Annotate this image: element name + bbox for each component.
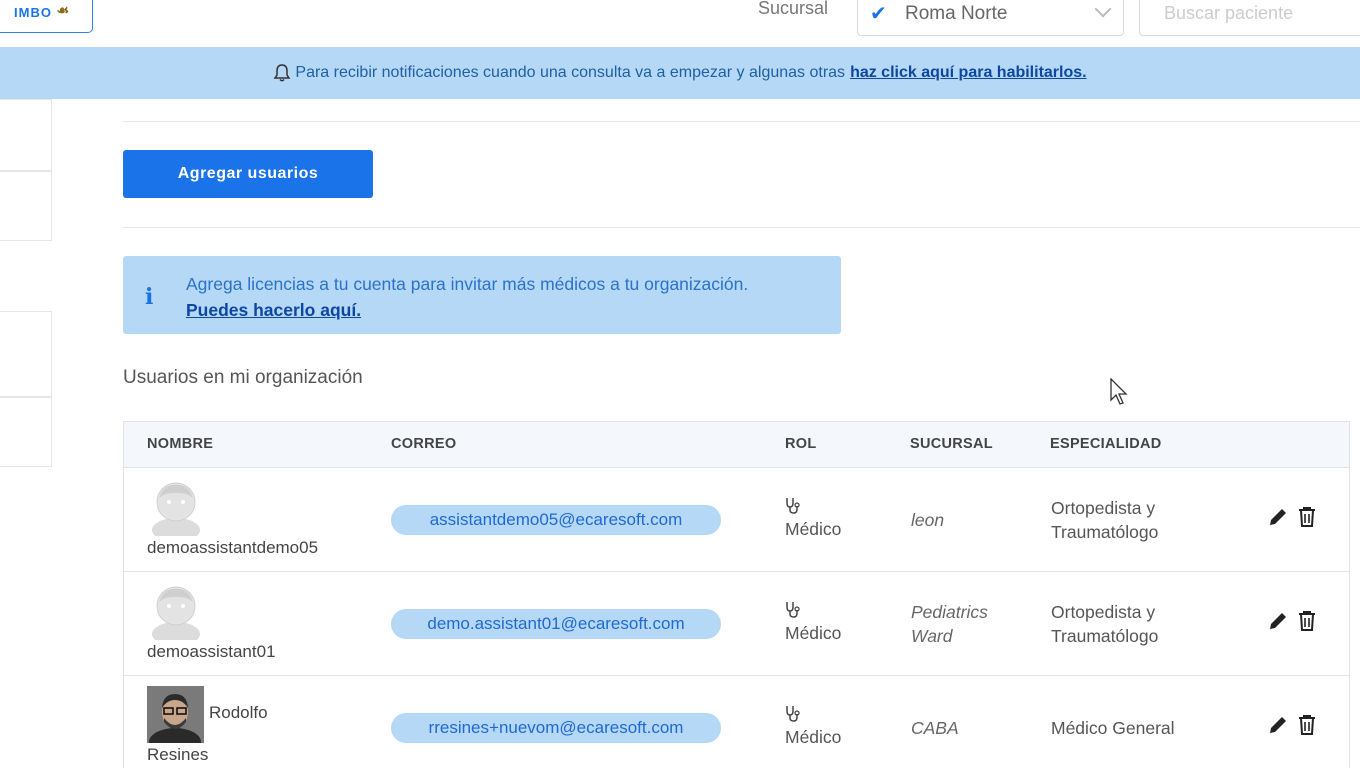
user-name: demoassistant01 [147, 642, 276, 661]
user-email: rresines+nuevom@ecaresoft.com [391, 713, 721, 743]
divider [123, 227, 1360, 228]
banner-text: Para recibir notificaciones cuando una c… [295, 64, 846, 81]
user-sucursal: leon [911, 510, 945, 530]
chevron-down-icon [1094, 0, 1112, 18]
bell-icon [274, 64, 291, 82]
timbo-button[interactable]: IMBO ☙ [0, 0, 93, 33]
info-icon: i [145, 284, 154, 310]
trash-icon[interactable] [1297, 610, 1317, 632]
trash-icon[interactable] [1297, 714, 1317, 736]
stethoscope-icon [786, 602, 800, 618]
sucursal-label: Sucursal [758, 0, 829, 18]
default-avatar-icon [152, 586, 200, 640]
sucursal-value: Roma Norte [905, 3, 1008, 24]
user-role: Médico [785, 519, 842, 539]
table-row: demoassistant01 demo.assistant01@ecareso… [124, 572, 1349, 676]
user-role: Médico [785, 727, 842, 747]
user-especialidad: Ortopedista y [1051, 602, 1156, 622]
table-row: demoassistantdemo05 assistantdemo05@ecar… [124, 468, 1349, 572]
timbo-label: IMBO [14, 5, 52, 20]
add-licenses-link[interactable]: Puedes hacerlo aquí. [186, 300, 361, 320]
default-avatar-icon [152, 482, 200, 536]
user-photo [147, 686, 204, 743]
stethoscope-icon [786, 706, 800, 722]
sucursal-select[interactable]: ✔ Roma Norte [857, 0, 1124, 36]
user-especialidad: Médico General [1051, 718, 1175, 738]
users-table: NOMBRE CORREO ROL SUCURSAL ESPECIALIDAD … [123, 421, 1350, 768]
user-sucursal: Pediatrics [911, 602, 988, 622]
user-role: Médico [785, 623, 842, 643]
user-sucursal-line2: Ward [911, 626, 953, 646]
medal-icon: ☙ [56, 2, 70, 18]
column-header-correo: CORREO [391, 436, 457, 452]
trash-icon[interactable] [1297, 506, 1317, 528]
sidebar-item[interactable] [0, 171, 52, 241]
sidebar-item[interactable] [0, 311, 52, 397]
user-email: demo.assistant01@ecaresoft.com [391, 609, 721, 639]
pencil-icon[interactable] [1267, 714, 1289, 736]
user-sucursal: CABA [911, 718, 959, 738]
check-icon: ✔ [870, 3, 887, 25]
column-header-sucursal: SUCURSAL [910, 436, 993, 452]
user-last-name: Resines [147, 745, 209, 764]
user-email: assistantdemo05@ecaresoft.com [391, 505, 721, 535]
license-info-alert: i Agrega licencias a tu cuenta para invi… [123, 256, 841, 334]
divider [123, 121, 1360, 122]
sidebar-item[interactable] [0, 397, 52, 467]
user-especialidad-line2: Traumatólogo [1051, 626, 1159, 646]
enable-notifications-link[interactable]: haz click aquí para habilitarlos. [850, 64, 1087, 82]
column-header-nombre: NOMBRE [147, 436, 214, 452]
user-first-name: Rodolfo [209, 703, 268, 722]
add-users-button[interactable]: Agregar usuarios [123, 150, 373, 198]
table-header: NOMBRE CORREO ROL SUCURSAL ESPECIALIDAD [124, 422, 1349, 468]
column-header-especialidad: ESPECIALIDAD [1050, 436, 1162, 452]
stethoscope-icon [786, 498, 800, 514]
search-patient-input[interactable]: Buscar paciente [1139, 0, 1360, 36]
column-header-rol: ROL [785, 436, 817, 452]
info-text: Agrega licencias a tu cuenta para invita… [186, 271, 806, 323]
user-name: demoassistantdemo05 [147, 538, 319, 557]
app-root: IMBO ☙ Sucursal ✔ Roma Norte Buscar paci… [0, 0, 1360, 768]
section-title: Usuarios en mi organización [123, 367, 363, 388]
sidebar-item[interactable] [0, 99, 52, 171]
user-especialidad-line2: Traumatólogo [1051, 522, 1159, 542]
pencil-icon[interactable] [1267, 610, 1289, 632]
table-row: Rodolfo Resines rresines+nuevom@ecaresof… [124, 676, 1349, 768]
mouse-cursor-icon [1110, 378, 1128, 405]
info-message: Agrega licencias a tu cuenta para invita… [186, 274, 749, 294]
pencil-icon[interactable] [1267, 506, 1289, 528]
notification-banner: Para recibir notificaciones cuando una c… [0, 47, 1360, 99]
user-especialidad: Ortopedista y [1051, 498, 1156, 518]
